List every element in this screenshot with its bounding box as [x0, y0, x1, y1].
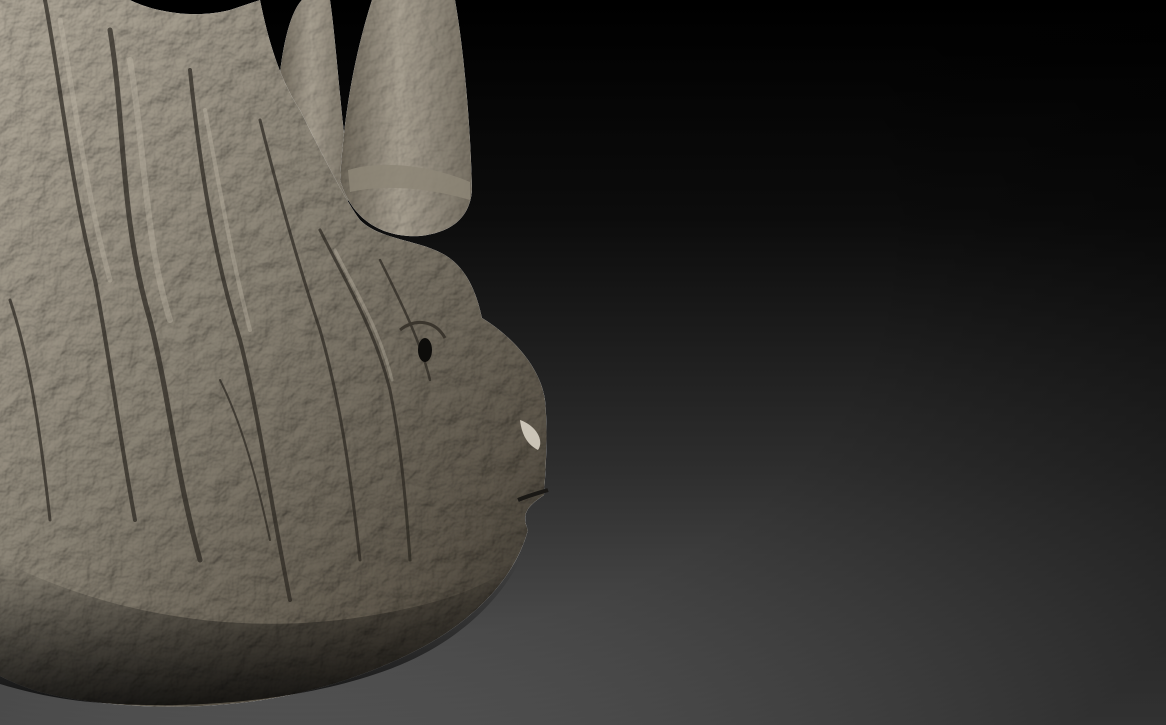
sculpt-viewport[interactable] [0, 0, 1166, 725]
rhino-sculpt-render [0, 0, 1166, 725]
vignette-overlay [0, 0, 1166, 725]
